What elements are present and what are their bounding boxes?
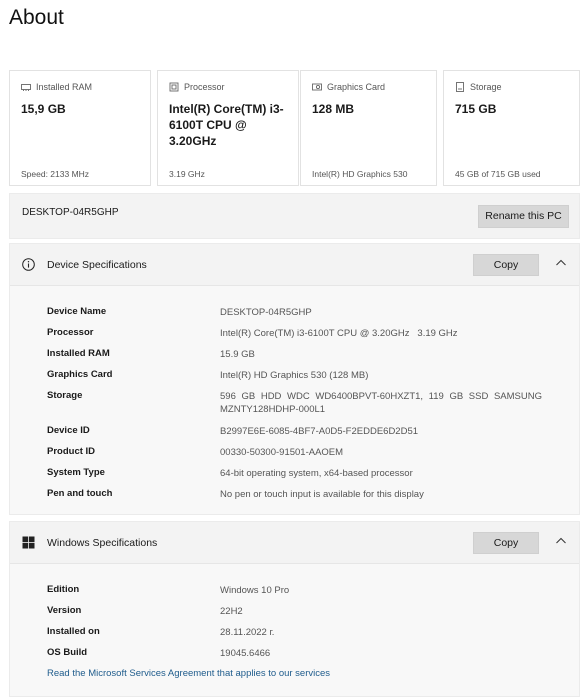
card-processor: Processor Intel(R) Core(TM) i3-6100T CPU…: [157, 70, 299, 186]
spec-value: Windows 10 Pro: [220, 585, 290, 596]
spec-label: Processor: [47, 327, 94, 338]
spec-value: Intel(R) HD Graphics 530 (128 MB): [220, 370, 369, 381]
card-detail: Speed: 2133 MHz: [21, 169, 90, 179]
spec-label: Installed RAM: [47, 348, 110, 359]
card-graphics: Graphics Card 128 MB Intel(R) HD Graphic…: [300, 70, 437, 186]
spec-label: System Type: [47, 467, 105, 478]
spec-label: Device ID: [47, 425, 90, 436]
rename-pc-button[interactable]: Rename this PC: [478, 205, 569, 228]
spec-value: 00330-50300-91501-AAOEM: [220, 447, 344, 458]
card-value: Intel(R) Core(TM) i3-6100T CPU @ 3.20GHz: [169, 102, 284, 148]
card-value: 715 GB: [455, 102, 497, 116]
card-label: Installed RAM: [36, 82, 93, 92]
pc-name: DESKTOP-04R5GHP: [22, 207, 119, 218]
copy-windows-specs-button[interactable]: Copy: [473, 532, 539, 554]
spec-label: Product ID: [47, 446, 96, 457]
hardware-summary-cards: Installed RAM 15,9 GB Speed: 2133 MHz Pr…: [9, 70, 581, 188]
device-specifications-section: Device Specifications Copy Device Name D…: [9, 243, 580, 515]
spec-value: 596 GB HDD WDC WD6400BPVT-60HXZT1, 119 G…: [220, 391, 542, 415]
info-icon: [22, 258, 35, 271]
spec-value: 22H2: [220, 606, 243, 617]
spec-value: DESKTOP-04R5GHP: [220, 307, 312, 318]
spec-value: 19045.6466: [220, 648, 271, 659]
page-title: About: [9, 6, 64, 29]
windows-specifications-header[interactable]: Windows Specifications Copy: [10, 522, 579, 564]
spec-label: Version: [47, 605, 82, 616]
spec-label: Storage: [47, 390, 83, 401]
pc-name-panel: DESKTOP-04R5GHP Rename this PC: [9, 193, 580, 239]
spec-label: Pen and touch: [47, 488, 113, 499]
chevron-up-icon[interactable]: [555, 536, 567, 546]
card-detail: 3.19 GHz: [169, 169, 205, 179]
spec-value: No pen or touch input is available for t…: [220, 489, 424, 500]
ram-icon: [21, 84, 31, 91]
card-label: Processor: [184, 82, 225, 92]
spec-value: B2997E6E-6085-4BF7-A0D5-F2EDDE6D2D51: [220, 426, 419, 437]
processor-icon: [169, 82, 179, 92]
card-detail: 45 GB of 715 GB used: [455, 169, 541, 179]
section-title: Windows Specifications: [47, 537, 158, 549]
card-value: 15,9 GB: [21, 102, 66, 116]
windows-logo-icon: [22, 536, 35, 549]
spec-label: OS Build: [47, 647, 88, 658]
services-agreement-link[interactable]: Read the Microsoft Services Agreement th…: [47, 668, 330, 679]
card-storage: Storage 715 GB 45 GB of 715 GB used: [443, 70, 580, 186]
spec-label: Device Name: [47, 306, 107, 317]
card-label: Storage: [470, 82, 502, 92]
spec-value: Intel(R) Core(TM) i3-6100T CPU @ 3.20GHz…: [220, 328, 458, 339]
copy-device-specs-button[interactable]: Copy: [473, 254, 539, 276]
spec-label: Installed on: [47, 626, 100, 637]
spec-value: 28.11.2022 г.: [220, 627, 275, 638]
card-detail: Intel(R) HD Graphics 530: [312, 169, 408, 179]
card-label: Graphics Card: [327, 82, 386, 92]
card-installed-ram: Installed RAM 15,9 GB Speed: 2133 MHz: [9, 70, 151, 186]
spec-value: 15.9 GB: [220, 349, 255, 360]
windows-specifications-section: Windows Specifications Copy Edition Wind…: [9, 521, 580, 697]
storage-icon: [456, 82, 464, 92]
spec-label: Edition: [47, 584, 80, 595]
device-specifications-header[interactable]: Device Specifications Copy: [10, 244, 579, 286]
graphics-card-icon: [312, 83, 322, 91]
spec-value: 64-bit operating system, x64-based proce…: [220, 468, 413, 479]
chevron-up-icon[interactable]: [555, 258, 567, 268]
card-value: 128 MB: [312, 102, 355, 116]
spec-label: Graphics Card: [47, 369, 113, 380]
section-title: Device Specifications: [47, 259, 147, 271]
